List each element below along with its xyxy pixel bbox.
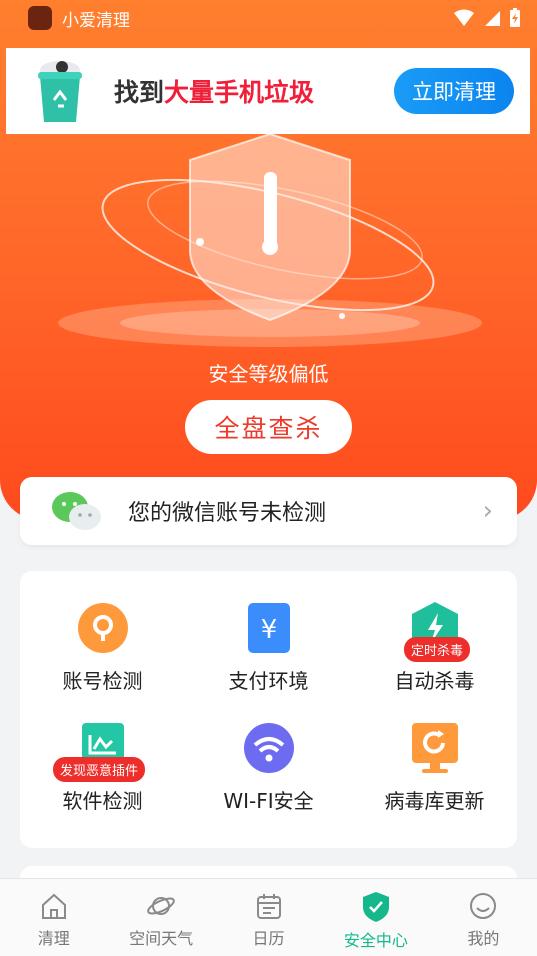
- status-icons: [453, 8, 521, 28]
- feature-virus-db-update[interactable]: 病毒库更新: [352, 691, 517, 813]
- ad-headline-highlight: 大量手机垃圾: [164, 78, 315, 107]
- app-icon: [28, 6, 52, 30]
- svg-text:¥: ¥: [260, 615, 277, 645]
- feature-badge: 发现恶意插件: [53, 757, 146, 782]
- home-icon: [41, 893, 66, 919]
- tab-calendar[interactable]: 日历: [215, 879, 322, 956]
- feature-auto-antivirus[interactable]: 定时杀毒 自动杀毒: [352, 571, 517, 693]
- app-name: 小爱清理: [62, 10, 130, 31]
- tab-label: 我的: [467, 929, 500, 948]
- clean-now-button[interactable]: 立即清理: [394, 68, 514, 114]
- feature-account-check[interactable]: 账号检测: [20, 571, 185, 693]
- tab-label: 清理: [37, 929, 70, 948]
- wifi-signal-icon: [454, 9, 474, 26]
- tab-label: 安全中心: [343, 931, 408, 950]
- planet-icon: [147, 897, 175, 915]
- wechat-check-card[interactable]: 您的微信账号未检测 ›: [20, 477, 517, 545]
- trash-can-icon: [38, 61, 82, 122]
- tab-space-weather[interactable]: 空间天气: [107, 879, 214, 956]
- feature-label: 软件检测: [62, 789, 143, 813]
- tab-label: 空间天气: [129, 929, 194, 948]
- ad-banner[interactable]: 找到大量手机垃圾 立即清理: [6, 48, 530, 134]
- battery-icon: [510, 8, 520, 27]
- yuan-card-icon: ¥: [242, 601, 296, 655]
- feature-label: 病毒库更新: [384, 789, 485, 813]
- feature-label: 账号检测: [62, 669, 143, 693]
- refresh-monitor-icon: [408, 721, 462, 775]
- feature-wifi-security[interactable]: WI-FI安全: [186, 691, 351, 813]
- wifi-icon: [242, 721, 296, 775]
- status-bar: 小爱清理: [0, 0, 537, 36]
- smile-icon: [470, 893, 497, 919]
- shield-check-icon: [362, 892, 389, 922]
- feature-badge: 定时杀毒: [404, 637, 471, 662]
- bottom-tab-bar: 清理 空间天气 日历 安全中心 我的: [0, 878, 537, 956]
- feature-app-check[interactable]: 发现恶意插件 软件检测: [20, 691, 185, 813]
- feature-label: 自动杀毒: [394, 669, 475, 693]
- tab-mine[interactable]: 我的: [430, 879, 537, 956]
- shield-illustration: [0, 130, 537, 360]
- chevron-right-icon: ›: [482, 496, 493, 526]
- tab-label: 日历: [252, 929, 285, 948]
- security-level-text: 安全等级偏低: [208, 362, 329, 386]
- wechat-status-text: 您的微信账号未检测: [128, 501, 327, 526]
- calendar-icon: [256, 894, 281, 919]
- feature-grid: 账号检测 ¥ 支付环境 定时杀毒 自动杀毒 发现恶意插件 软件检测 WI-FI安…: [20, 571, 517, 848]
- account-search-icon: [76, 601, 130, 655]
- ad-headline-prefix: 找到: [114, 78, 165, 107]
- feature-label: 支付环境: [228, 669, 309, 693]
- tab-clean[interactable]: 清理: [0, 879, 107, 956]
- full-scan-button[interactable]: 全盘查杀: [185, 400, 352, 454]
- ad-headline: 找到大量手机垃圾: [114, 73, 314, 109]
- tab-security-center[interactable]: 安全中心: [322, 879, 429, 956]
- wechat-icon: [52, 492, 101, 530]
- feature-label: WI-FI安全: [223, 789, 314, 813]
- cell-signal-icon: [485, 11, 500, 26]
- feature-payment-env[interactable]: ¥ 支付环境: [186, 571, 351, 693]
